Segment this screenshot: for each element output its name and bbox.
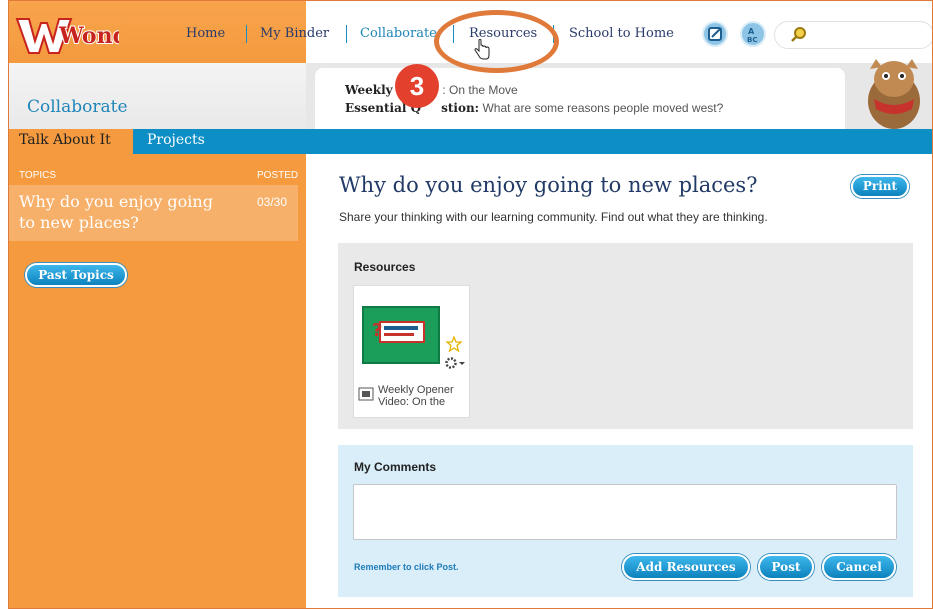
comments-panel: My Comments Remember to click Post. Add … [338,445,913,597]
nav-separator [246,25,247,43]
tiger-mascot-image [868,59,920,129]
search-input[interactable] [774,21,932,49]
weekly-concept-card: Weekly C: On the Move Essential Qstion: … [315,68,845,129]
topics-header: TOPICS POSTED [9,170,298,184]
cancel-button[interactable]: Cancel [822,554,896,580]
nav-my-binder[interactable]: My Binder [260,26,329,41]
resource-caption-line2: Video: On the [378,396,446,408]
resource-caption: Weekly Opener Video: On the [378,384,468,408]
topic-title: Why do you enjoy going to new places? [19,192,213,232]
section-title: Collaborate [27,97,128,117]
notebook-icon[interactable] [702,21,728,47]
step-number-badge: 3 [395,64,439,108]
video-thumbnail[interactable]: ? [362,306,440,364]
nav-collaborate[interactable]: Collaborate [360,26,437,41]
post-reminder-text: Remember to click Post. [354,562,459,572]
resource-card[interactable]: ? Weekly Opener Video: On the [353,285,470,418]
post-button[interactable]: Post [758,554,814,580]
topic-posted-date: 03/30 [257,195,288,209]
past-topics-button[interactable]: Past Topics [25,263,127,287]
nav-home[interactable]: Home [186,26,225,41]
app-window: Wonders Collaborate Home My Binder Colla… [8,0,933,609]
gear-menu-icon[interactable] [444,356,466,370]
search-icon[interactable] [789,25,809,45]
topic-row[interactable]: Why do you enjoy going to new places? 03… [9,185,298,241]
posted-header-label: POSTED [257,170,299,181]
abc-icon[interactable]: A BC [740,21,766,47]
highlight-ring [434,10,559,73]
resources-panel: Resources ? Weekly Opener Video: On the [338,243,913,429]
intro-text: Share your thinking with our learning co… [339,210,768,224]
logo-text: Wonders [58,23,119,49]
print-button[interactable]: Print [851,175,909,198]
tab-projects[interactable]: Projects [147,132,205,148]
topics-header-label: TOPICS [19,170,57,181]
tab-talk-about-it[interactable]: Talk About It [9,129,133,154]
add-resources-button[interactable]: Add Resources [622,554,750,580]
resources-label: Resources [354,260,416,274]
essential-question-value: What are some reasons people moved west? [482,101,724,115]
section-band [9,63,306,129]
top-nav: Home My Binder Collaborate Resources Sch… [186,1,932,63]
svg-text:BC: BC [747,36,757,44]
weekly-concept-value: : On the Move [442,83,518,97]
favorite-star-icon[interactable] [446,336,462,352]
svg-text:?: ? [372,320,382,341]
essential-question-label-end: stion: [441,101,480,115]
resource-caption-line1: Weekly Opener [378,384,454,396]
svg-text:A: A [748,27,755,36]
essential-question-line: Essential Qstion: What are some reasons … [345,101,723,115]
page-title: Why do you enjoy going to new places? [339,173,758,197]
hand-cursor-icon [474,39,490,60]
wonders-logo[interactable]: Wonders [15,9,119,57]
video-icon [358,387,374,401]
nav-separator [346,25,347,43]
my-comments-label: My Comments [354,460,437,474]
comment-textarea[interactable] [353,484,897,540]
nav-school-to-home[interactable]: School to Home [569,26,674,41]
